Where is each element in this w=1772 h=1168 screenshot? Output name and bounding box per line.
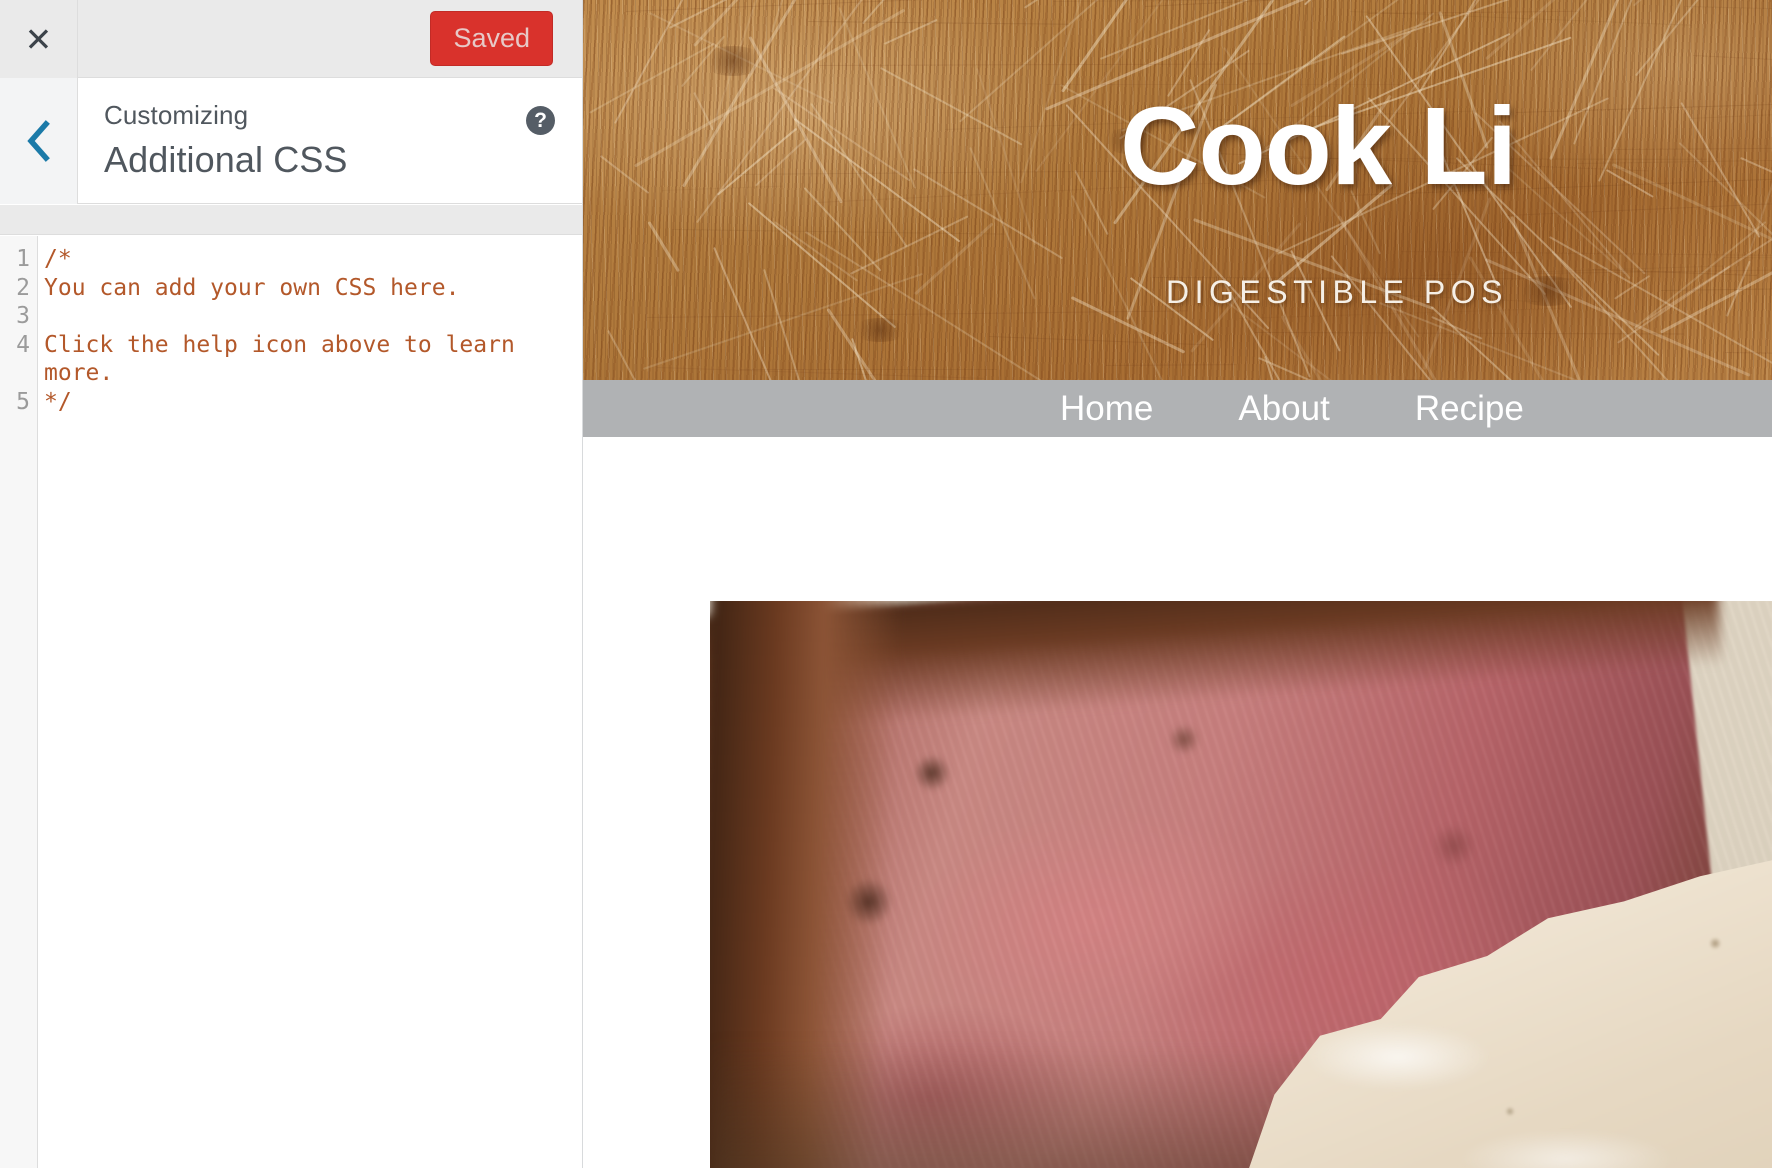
code-line: Click the help icon above to learn more. bbox=[44, 331, 529, 387]
customizing-label: Customizing bbox=[104, 100, 249, 130]
mashed-potato-highlight bbox=[1230, 931, 1772, 1168]
chevron-left-icon bbox=[24, 119, 54, 163]
site-tagline: DIGESTIBLE POS bbox=[1166, 274, 1508, 310]
code-line: You can add your own CSS here. bbox=[44, 274, 460, 301]
site-preview-pane[interactable]: Cook Li DIGESTIBLE POS Home About Recipe bbox=[583, 0, 1772, 1168]
help-icon[interactable]: ? bbox=[526, 106, 555, 135]
post-featured-image[interactable] bbox=[710, 601, 1772, 1168]
editor-text-area[interactable]: /* You can add your own CSS here. Click … bbox=[38, 236, 582, 1168]
page-title: Additional CSS bbox=[104, 139, 348, 181]
close-customizer-button[interactable]: ✕ bbox=[0, 0, 78, 78]
customizer-sidebar: ✕ Saved Customizing Additional CSS ? 1 2… bbox=[0, 0, 583, 1168]
line-number: 5 bbox=[16, 388, 30, 415]
code-line: /* bbox=[44, 246, 72, 272]
close-icon: ✕ bbox=[24, 19, 53, 59]
line-number: 3 bbox=[16, 303, 30, 329]
wood-knot bbox=[851, 318, 909, 342]
site-header: Cook Li DIGESTIBLE POS bbox=[583, 0, 1772, 380]
site-content bbox=[583, 437, 1772, 1168]
back-button[interactable] bbox=[0, 78, 78, 204]
editor-gutter: 1 2 3 4 5 bbox=[0, 236, 38, 1168]
customizer-topbar: ✕ Saved bbox=[0, 0, 582, 78]
line-number: 1 bbox=[16, 246, 30, 272]
save-button[interactable]: Saved bbox=[430, 11, 553, 66]
code-line: */ bbox=[44, 388, 72, 415]
wood-knot bbox=[1513, 276, 1583, 306]
nav-item-home[interactable]: Home bbox=[1060, 380, 1153, 437]
customizer-title-block: Customizing Additional CSS bbox=[79, 78, 582, 204]
line-number: 4 bbox=[16, 331, 30, 358]
wood-knot bbox=[701, 46, 765, 76]
line-number-wrap-spacer bbox=[0, 359, 37, 388]
editor-toolbar-strip bbox=[0, 205, 582, 235]
nav-item-recipes[interactable]: Recipe bbox=[1415, 380, 1524, 437]
line-number: 2 bbox=[16, 274, 30, 301]
additional-css-editor[interactable]: 1 2 3 4 5 /* You can add your own CSS he… bbox=[0, 236, 582, 1168]
customizer-screen: ✕ Saved Customizing Additional CSS ? 1 2… bbox=[0, 0, 1772, 1168]
customizer-section-header: Customizing Additional CSS ? bbox=[0, 78, 582, 204]
site-navigation[interactable]: Home About Recipe bbox=[583, 380, 1772, 437]
site-title[interactable]: Cook Li bbox=[1120, 92, 1517, 202]
nav-item-about[interactable]: About bbox=[1238, 380, 1329, 437]
